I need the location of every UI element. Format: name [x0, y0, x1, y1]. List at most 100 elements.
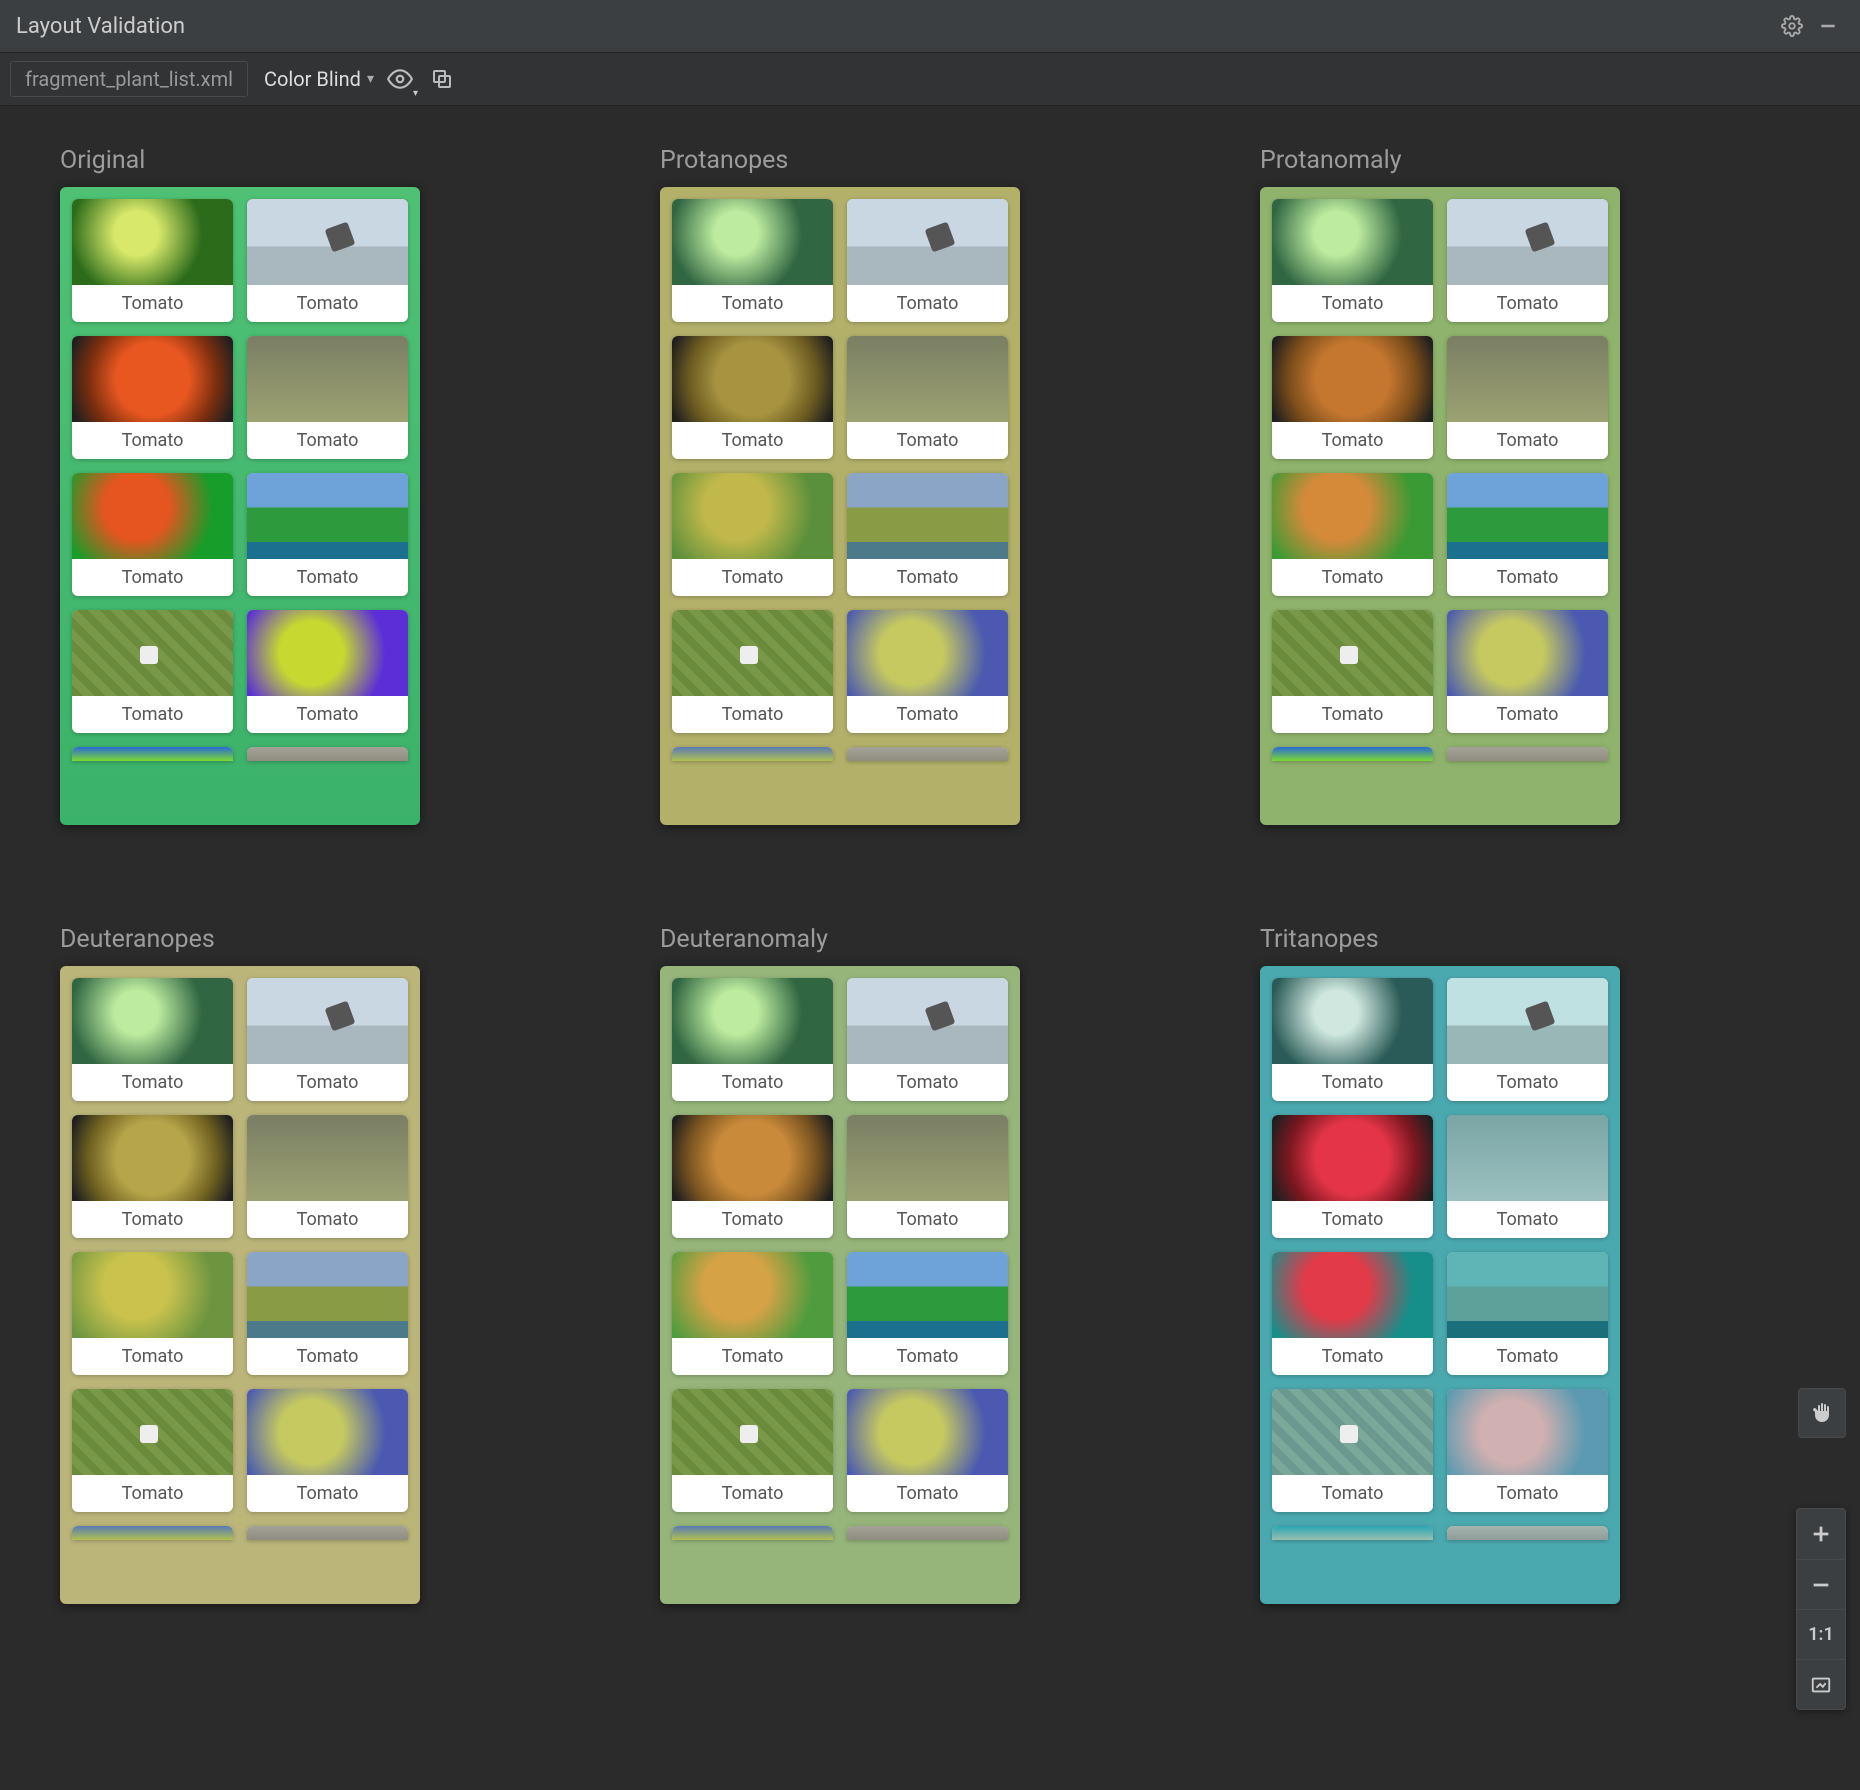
list-item[interactable]: Tomato — [1447, 1389, 1608, 1512]
list-item[interactable]: Tomato — [672, 978, 833, 1101]
card-caption: Tomato — [672, 422, 833, 459]
card-image — [1447, 336, 1608, 422]
list-item[interactable]: Tomato — [1447, 336, 1608, 459]
list-item[interactable]: Tomato — [1272, 1252, 1433, 1375]
list-item[interactable]: Tomato — [847, 336, 1008, 459]
list-item[interactable] — [72, 1526, 233, 1540]
pan-tool-button[interactable] — [1798, 1388, 1846, 1438]
list-item[interactable]: Tomato — [1447, 199, 1608, 322]
card-caption: Tomato — [1447, 1475, 1608, 1512]
preview-canvas[interactable]: Original Tomato Tomato Tomato Tomato Tom… — [0, 106, 1860, 1790]
mode-dropdown[interactable]: Color Blind ▾ — [264, 67, 374, 91]
list-item[interactable]: Tomato — [247, 1252, 408, 1375]
device-preview[interactable]: Tomato Tomato Tomato Tomato Tomato Tomat… — [1260, 966, 1620, 1604]
list-item[interactable]: Tomato — [847, 1252, 1008, 1375]
chevron-down-icon: ▾ — [413, 88, 418, 99]
list-item[interactable]: Tomato — [672, 473, 833, 596]
list-item[interactable]: Tomato — [672, 1389, 833, 1512]
list-item[interactable]: Tomato — [247, 1115, 408, 1238]
list-item[interactable]: Tomato — [847, 1389, 1008, 1512]
card-image — [847, 473, 1008, 559]
list-item[interactable]: Tomato — [247, 473, 408, 596]
list-item[interactable]: Tomato — [672, 610, 833, 733]
list-item[interactable]: Tomato — [847, 199, 1008, 322]
card-caption: Tomato — [72, 285, 233, 322]
card-image — [1272, 199, 1433, 285]
device-preview[interactable]: Tomato Tomato Tomato Tomato Tomato Tomat… — [60, 966, 420, 1604]
card-image — [672, 978, 833, 1064]
list-item[interactable] — [1272, 747, 1433, 761]
list-item[interactable]: Tomato — [1447, 1252, 1608, 1375]
list-item[interactable]: Tomato — [1272, 1115, 1433, 1238]
list-item[interactable] — [847, 1526, 1008, 1540]
list-item[interactable] — [672, 1526, 833, 1540]
copy-icon[interactable] — [426, 63, 458, 95]
list-item[interactable]: Tomato — [247, 610, 408, 733]
file-tab-label: fragment_plant_list.xml — [25, 67, 233, 91]
preview-group: Protanopes Tomato Tomato Tomato Tomato T… — [660, 146, 1020, 825]
list-item[interactable]: Tomato — [72, 473, 233, 596]
device-preview[interactable]: Tomato Tomato Tomato Tomato Tomato Tomat… — [1260, 187, 1620, 825]
list-item[interactable] — [1447, 1526, 1608, 1540]
zoom-fit-button[interactable] — [1797, 1659, 1845, 1709]
card-image — [72, 1252, 233, 1338]
card-caption: Tomato — [72, 559, 233, 596]
list-item[interactable]: Tomato — [847, 473, 1008, 596]
list-item[interactable]: Tomato — [72, 1252, 233, 1375]
list-item[interactable] — [1447, 747, 1608, 761]
list-item[interactable]: Tomato — [847, 978, 1008, 1101]
list-item[interactable]: Tomato — [72, 978, 233, 1101]
list-item[interactable] — [1272, 1526, 1433, 1540]
list-item[interactable]: Tomato — [247, 336, 408, 459]
list-item[interactable]: Tomato — [72, 610, 233, 733]
minimize-icon[interactable] — [1812, 10, 1844, 42]
list-item[interactable]: Tomato — [1447, 978, 1608, 1101]
list-item[interactable]: Tomato — [1447, 1115, 1608, 1238]
list-item[interactable]: Tomato — [247, 1389, 408, 1512]
list-item[interactable]: Tomato — [1272, 473, 1433, 596]
card-image — [847, 747, 1008, 761]
list-item[interactable]: Tomato — [1272, 610, 1433, 733]
list-item[interactable] — [72, 747, 233, 761]
preview-group-label: Deuteranopes — [60, 925, 420, 954]
list-item[interactable]: Tomato — [1272, 1389, 1433, 1512]
device-preview[interactable]: Tomato Tomato Tomato Tomato Tomato Tomat… — [60, 187, 420, 825]
list-item[interactable]: Tomato — [1447, 610, 1608, 733]
card-image — [247, 610, 408, 696]
list-item[interactable]: Tomato — [1272, 978, 1433, 1101]
device-preview[interactable]: Tomato Tomato Tomato Tomato Tomato Tomat… — [660, 187, 1020, 825]
card-image — [672, 747, 833, 761]
list-item[interactable]: Tomato — [672, 1115, 833, 1238]
device-preview[interactable]: Tomato Tomato Tomato Tomato Tomato Tomat… — [660, 966, 1020, 1604]
list-item[interactable]: Tomato — [72, 1389, 233, 1512]
list-item[interactable] — [247, 747, 408, 761]
list-item[interactable]: Tomato — [1447, 473, 1608, 596]
card-image — [1447, 1526, 1608, 1540]
card-caption: Tomato — [247, 1338, 408, 1375]
card-caption: Tomato — [847, 559, 1008, 596]
list-item[interactable]: Tomato — [1272, 336, 1433, 459]
list-item[interactable] — [847, 747, 1008, 761]
zoom-actual-button[interactable]: 1:1 — [1797, 1609, 1845, 1659]
list-item[interactable] — [672, 747, 833, 761]
list-item[interactable]: Tomato — [72, 1115, 233, 1238]
list-item[interactable]: Tomato — [1272, 199, 1433, 322]
list-item[interactable]: Tomato — [847, 1115, 1008, 1238]
zoom-in-button[interactable] — [1797, 1509, 1845, 1559]
zoom-out-button[interactable] — [1797, 1559, 1845, 1609]
list-item[interactable]: Tomato — [247, 199, 408, 322]
card-image — [72, 978, 233, 1064]
card-caption: Tomato — [672, 696, 833, 733]
list-item[interactable]: Tomato — [672, 199, 833, 322]
list-item[interactable]: Tomato — [72, 336, 233, 459]
list-item[interactable]: Tomato — [847, 610, 1008, 733]
list-item[interactable]: Tomato — [672, 1252, 833, 1375]
list-item[interactable]: Tomato — [672, 336, 833, 459]
visibility-icon[interactable]: ▾ — [384, 63, 416, 95]
card-image — [1447, 1389, 1608, 1475]
list-item[interactable] — [247, 1526, 408, 1540]
file-tab[interactable]: fragment_plant_list.xml — [10, 61, 248, 97]
gear-icon[interactable] — [1776, 10, 1808, 42]
list-item[interactable]: Tomato — [72, 199, 233, 322]
list-item[interactable]: Tomato — [247, 978, 408, 1101]
